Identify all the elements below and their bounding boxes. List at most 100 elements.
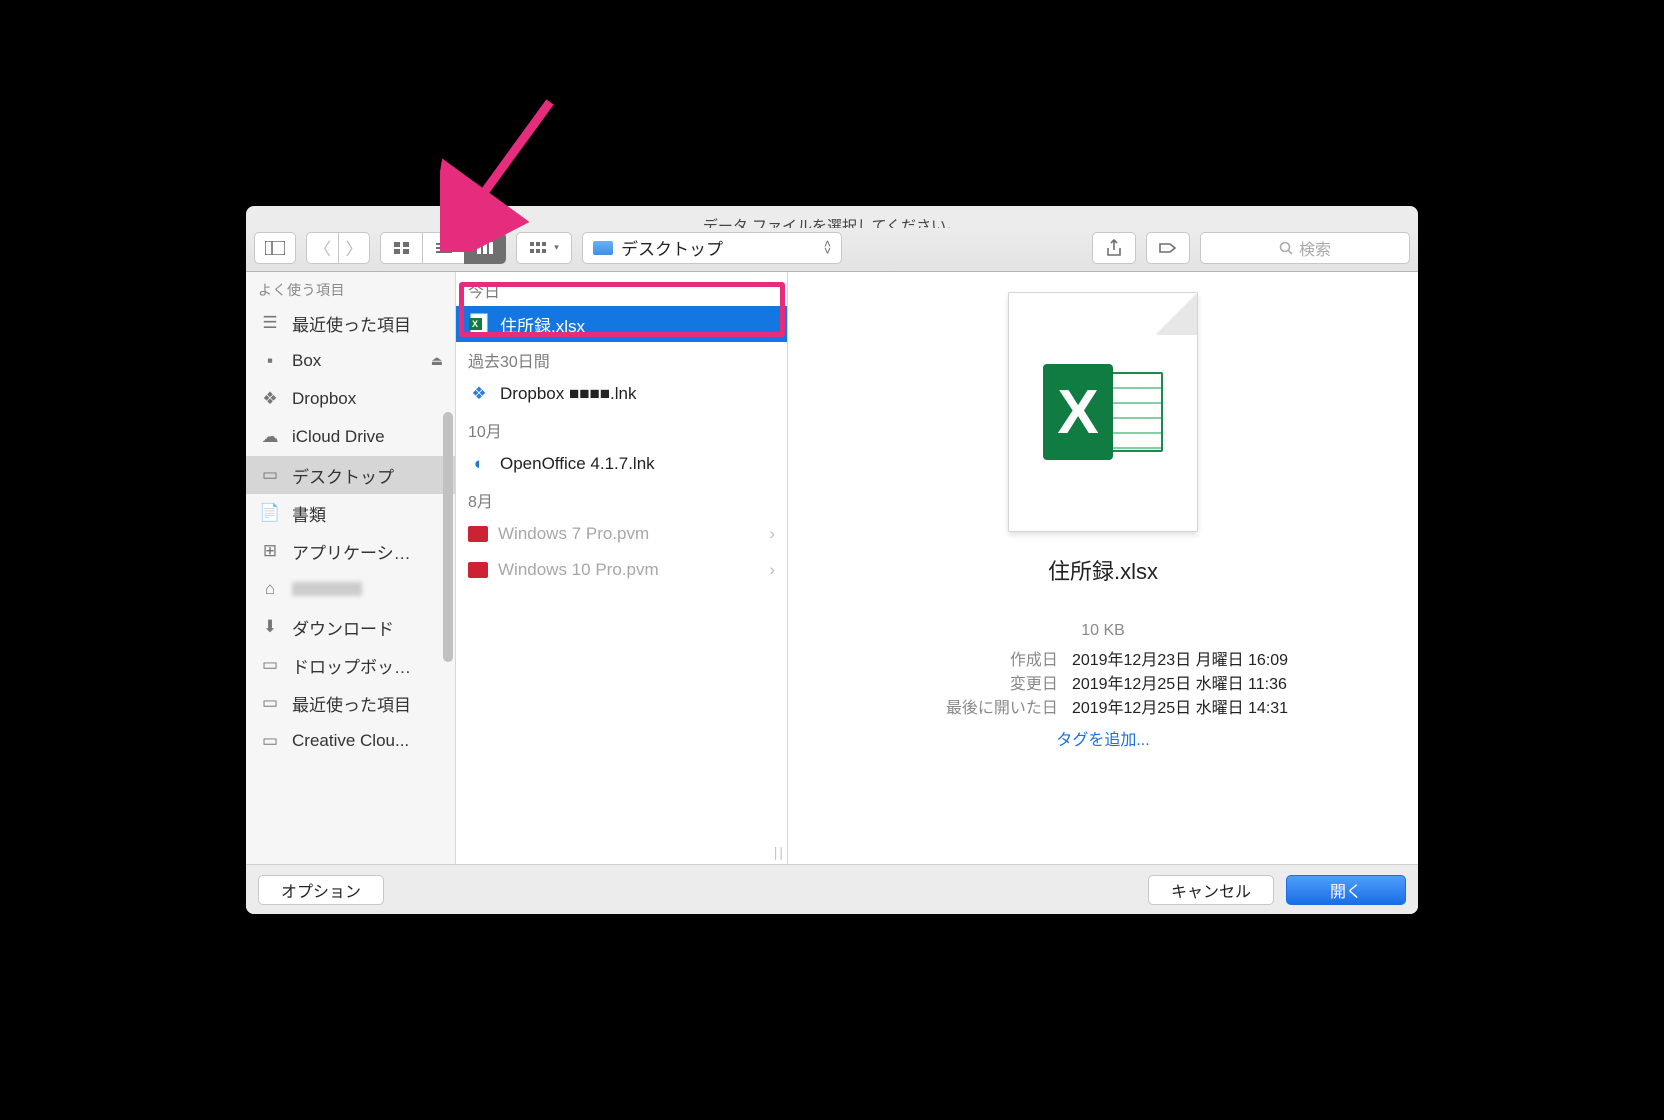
view-list-button[interactable] [422, 232, 464, 264]
meta-created-label: 作成日 [918, 646, 1058, 670]
home-icon: ⌂ [258, 579, 282, 599]
recents-icon: ☰ [258, 313, 282, 333]
search-icon [1279, 241, 1293, 255]
sidebar-item-applications[interactable]: ⊞ アプリケーシ… [246, 532, 455, 570]
sidebar-item-label: ダウンロード [292, 615, 394, 640]
sidebar-item-documents[interactable]: 📄 書類 [246, 494, 455, 532]
applications-icon: ⊞ [258, 541, 282, 561]
search-field[interactable]: 検索 [1200, 232, 1410, 264]
chevron-right-icon: › [769, 524, 775, 544]
dialog-footer: オプション キャンセル 開く [246, 864, 1418, 914]
sidebar-item-creative-cloud[interactable]: ▭ Creative Clou... [246, 722, 455, 760]
sidebar-item-dropbox-folder[interactable]: ▭ ドロップボッ… [246, 646, 455, 684]
sidebar-toggle-button[interactable] [254, 232, 296, 264]
arrange-button[interactable]: ▾ [516, 232, 572, 264]
meta-created-value: 2019年12月23日 月曜日 16:09 [1072, 646, 1288, 670]
sidebar-item-dropbox[interactable]: ❖ Dropbox [246, 380, 455, 418]
sidebar-item-label: 最近使った項目 [292, 691, 411, 716]
pvm-icon [468, 562, 488, 578]
excel-file-icon: X [468, 313, 490, 335]
arrange-icon [529, 241, 551, 255]
file-name: OpenOffice 4.1.7.lnk [500, 454, 655, 474]
sidebar-scrollbar[interactable] [443, 412, 453, 662]
file-name: Windows 10 Pro.pvm [498, 560, 659, 580]
file-name: 住所録.xlsx [500, 312, 585, 337]
list-icon [435, 241, 453, 255]
sidebar: よく使う項目 ☰ 最近使った項目 ▪ Box ⏏ ❖ Dropbox ☁ iCl… [246, 272, 456, 864]
column-resize-handle[interactable]: || [774, 844, 785, 860]
excel-icon: X [1043, 362, 1163, 462]
preview-filesize: 10 KB [1081, 622, 1125, 640]
file-preview-thumbnail: X [1008, 292, 1198, 532]
dialog-title: データ ファイルを選択してください。 [246, 206, 1418, 228]
file-list-column: 今日 X 住所録.xlsx 過去30日間 ❖ Dropbox ■■■■.lnk … [456, 272, 788, 864]
sidebar-item-label: ドロップボッ… [292, 653, 411, 678]
file-name: Dropbox ■■■■.lnk [500, 384, 637, 404]
sidebar-item-icloud[interactable]: ☁ iCloud Drive [246, 418, 455, 456]
sidebar-item-box[interactable]: ▪ Box ⏏ [246, 342, 455, 380]
sidebar-item-label: 最近使った項目 [292, 311, 411, 336]
meta-opened-value: 2019年12月25日 水曜日 14:31 [1072, 694, 1288, 718]
preview-pane: X 住所録.xlsx 10 KB 作成日2019年12月23日 月曜日 16:0… [788, 272, 1418, 864]
box-icon: ▪ [258, 351, 282, 371]
dropbox-lnk-icon: ❖ [468, 383, 490, 405]
file-item[interactable]: ◐ OpenOffice 4.1.7.lnk [456, 446, 787, 482]
location-label: デスクトップ [621, 235, 723, 260]
file-open-dialog: データ ファイルを選択してください。 〈 〉 ▾ デスクトップ [246, 206, 1418, 914]
toolbar: 〈 〉 ▾ デスクトップ ˄˅ [246, 228, 1418, 272]
file-item-selected[interactable]: X 住所録.xlsx [456, 306, 787, 342]
chevron-right-icon: › [769, 560, 775, 580]
sidebar-item-downloads[interactable]: ⬇ ダウンロード [246, 608, 455, 646]
back-button[interactable]: 〈 [306, 232, 338, 264]
sidebar-item-label: Dropbox [292, 389, 356, 409]
openoffice-icon: ◐ [468, 453, 490, 475]
add-tags-link[interactable]: タグを追加... [1056, 726, 1149, 750]
chevron-down-icon: ▾ [554, 242, 559, 253]
desktop-icon: ▭ [258, 465, 282, 485]
sidebar-item-label: Creative Clou... [292, 731, 409, 751]
sidebar-item-label: Box [292, 351, 321, 371]
share-button[interactable] [1092, 232, 1136, 264]
chevron-left-icon: 〈 [314, 235, 331, 260]
folder-icon: ▭ [258, 731, 282, 751]
sidebar-icon [265, 241, 285, 255]
open-button[interactable]: 開く [1286, 875, 1406, 905]
view-columns-button[interactable] [464, 232, 506, 264]
forward-button[interactable]: 〉 [338, 232, 370, 264]
list-section-october: 10月 [456, 412, 787, 446]
search-placeholder: 検索 [1299, 236, 1331, 260]
list-section-today: 今日 [456, 272, 787, 306]
svg-text:X: X [472, 319, 478, 329]
file-item[interactable]: ❖ Dropbox ■■■■.lnk [456, 376, 787, 412]
tags-button[interactable] [1146, 232, 1190, 264]
sidebar-item-desktop[interactable]: ▭ デスクトップ [246, 456, 455, 494]
grid-icon [393, 241, 411, 255]
file-item-disabled: Windows 10 Pro.pvm › [456, 552, 787, 588]
meta-modified-label: 変更日 [918, 670, 1058, 694]
chevron-right-icon: 〉 [346, 235, 363, 260]
sidebar-header: よく使う項目 [246, 272, 455, 304]
cloud-icon: ☁ [258, 427, 282, 447]
folder-icon: ▭ [258, 693, 282, 713]
tag-icon [1158, 241, 1178, 255]
location-dropdown[interactable]: デスクトップ ˄˅ [582, 232, 842, 264]
sidebar-item-label [292, 582, 362, 596]
sidebar-item-recents-2[interactable]: ▭ 最近使った項目 [246, 684, 455, 722]
preview-metadata: 作成日 2019年12月23日 月曜日 16:09 変更日 2019年12月25日 … [918, 646, 1288, 718]
sidebar-item-label: アプリケーシ… [292, 539, 411, 564]
columns-icon [476, 241, 494, 255]
sidebar-item-recents[interactable]: ☰ 最近使った項目 [246, 304, 455, 342]
eject-icon[interactable]: ⏏ [431, 353, 443, 369]
document-icon: 📄 [258, 503, 282, 523]
list-section-30days: 過去30日間 [456, 342, 787, 376]
downloads-icon: ⬇ [258, 617, 282, 637]
view-icons-button[interactable] [380, 232, 422, 264]
pvm-icon [468, 526, 488, 542]
sidebar-item-home[interactable]: ⌂ [246, 570, 455, 608]
options-button[interactable]: オプション [258, 875, 384, 905]
cancel-button[interactable]: キャンセル [1148, 875, 1274, 905]
sidebar-item-label: デスクトップ [292, 463, 394, 488]
sidebar-item-label: iCloud Drive [292, 427, 385, 447]
updown-chevron-icon: ˄˅ [824, 241, 831, 255]
meta-opened-label: 最後に開いた日 [918, 694, 1058, 718]
